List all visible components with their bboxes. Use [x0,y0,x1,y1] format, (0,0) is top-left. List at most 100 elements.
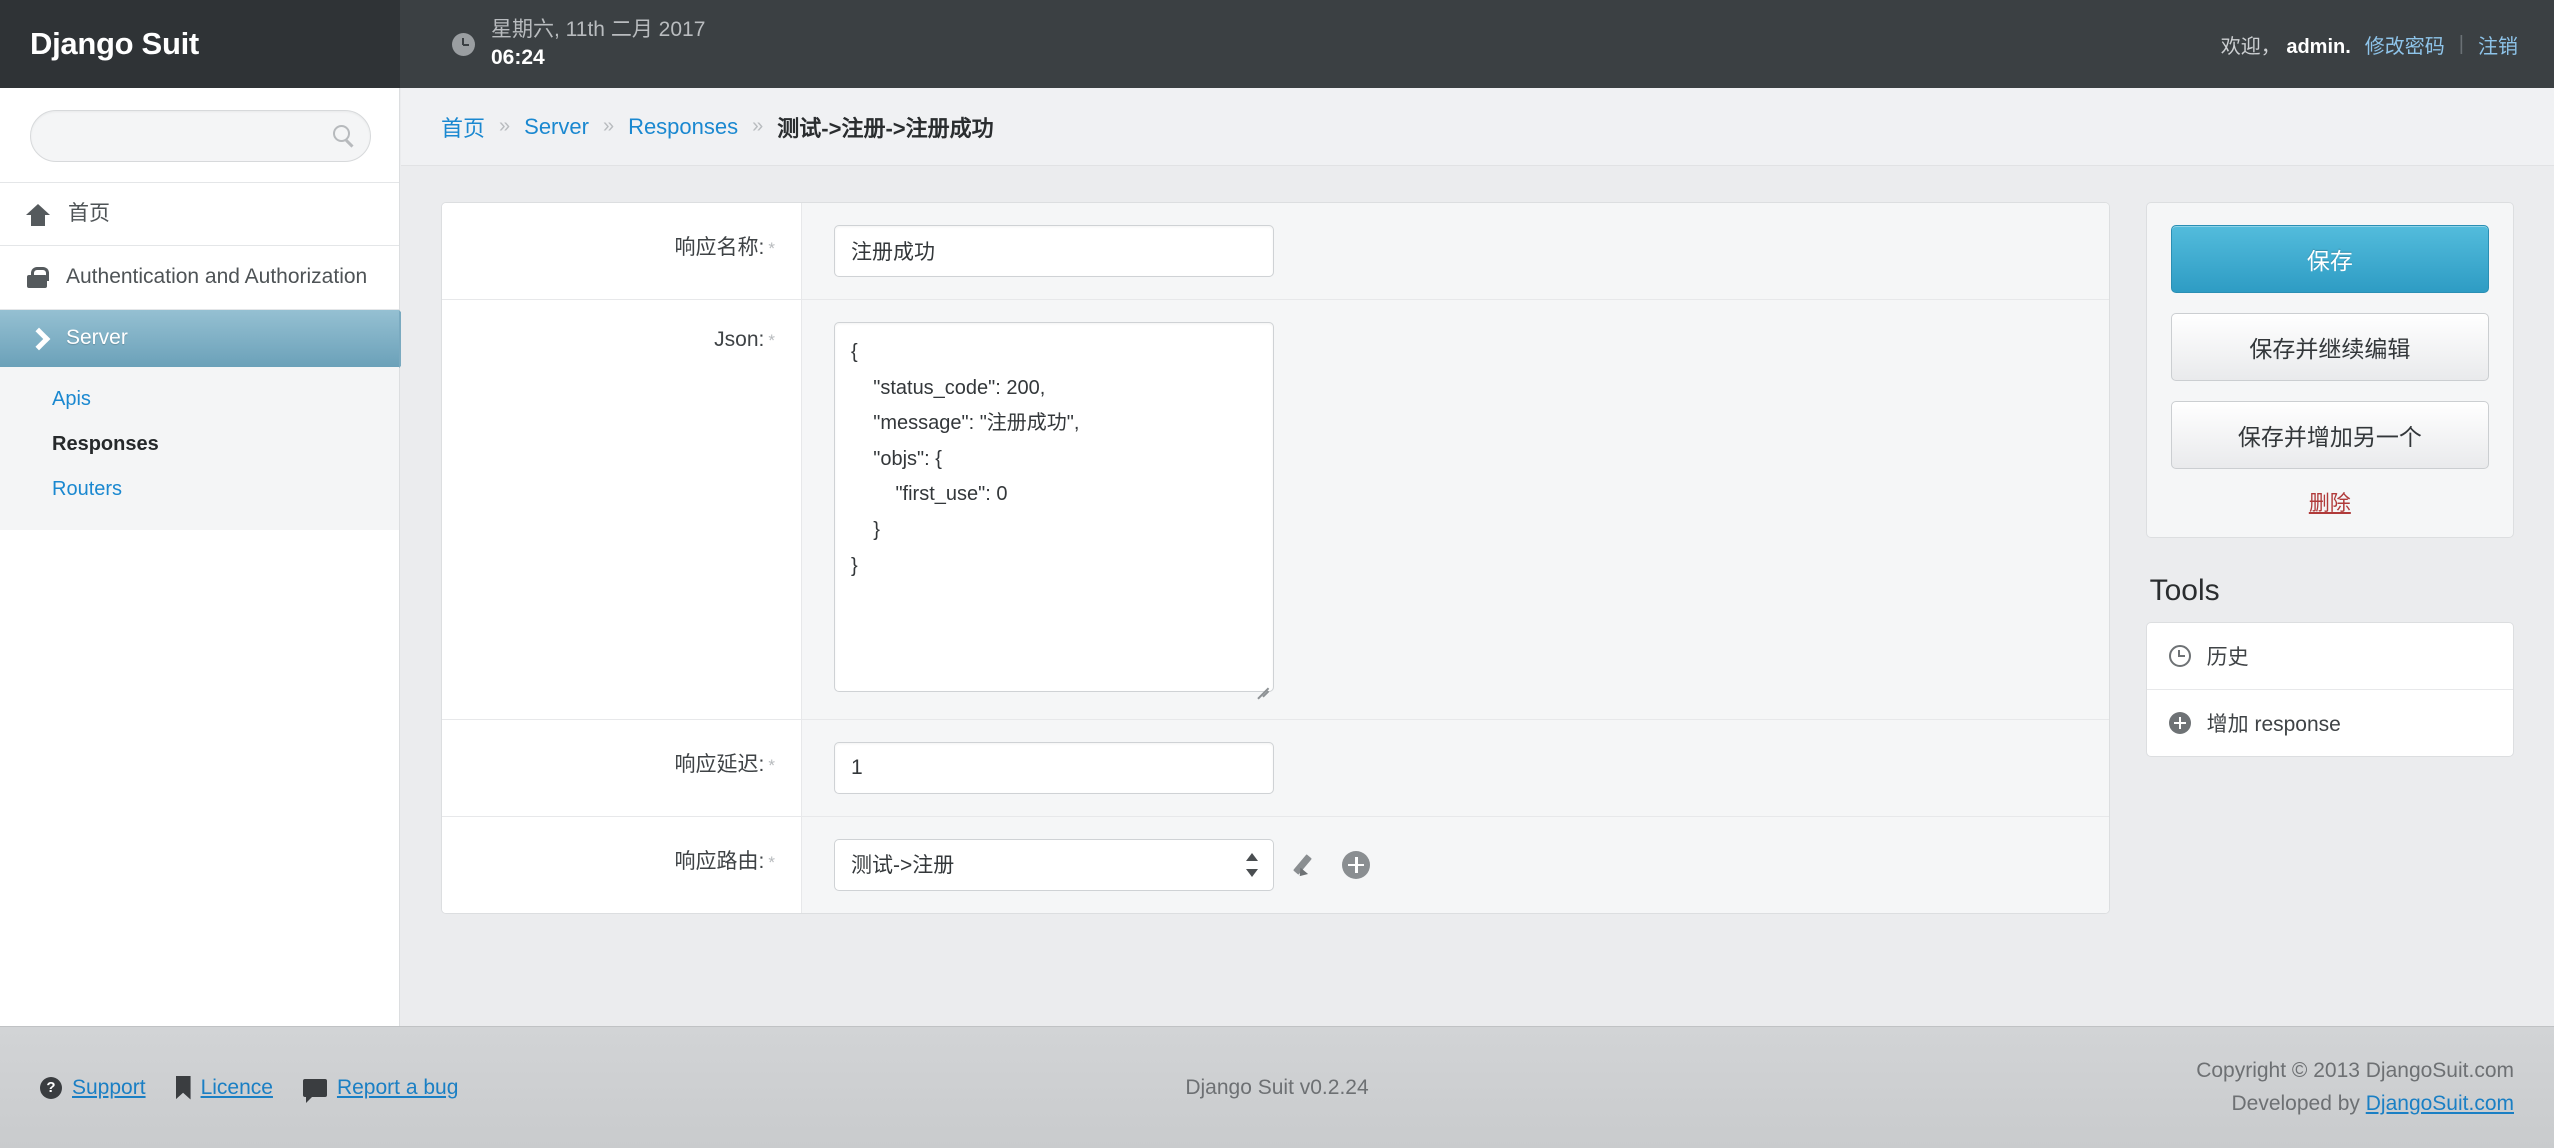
user-tools-separator: | [2458,32,2464,55]
clock-icon [452,32,475,56]
delay-field-cell [802,720,2109,816]
top-header: Django Suit 星期六, 11th 二月 2017 06:24 欢迎， … [0,0,2554,88]
sidebar-item-server[interactable]: Server [0,308,427,368]
response-form-panel: 响应名称:* Json:* { "status_code": 200, "mes… [441,202,2110,914]
name-input[interactable] [834,225,1274,277]
welcome-text: 欢迎， admin. [2221,30,2351,59]
developed-by-prefix: Developed by [2231,1091,2366,1115]
sidebar-submenu: Apis Responses Routers [0,366,399,530]
route-label-text: 响应路由: [674,850,765,873]
footer-report-group: Report a bug [302,1076,458,1103]
add-related-icon[interactable] [1342,851,1370,879]
form-row-route: 响应路由: * 测试->注册 [442,817,2109,913]
sidebar-item-server-label: Server [66,326,128,350]
json-textarea[interactable]: { "status_code": 200, "message": "注册成功",… [834,322,1274,692]
form-row-name: 响应名称: * [442,203,2109,300]
json-field-label: Json: * [442,300,802,719]
route-field-cell: 测试->注册 [802,817,2109,913]
chevron-right-icon [30,330,46,346]
change-password-link[interactable]: 修改密码 [2365,30,2445,59]
save-and-add-another-button[interactable]: 保存并增加另一个 [2170,401,2489,469]
delete-link[interactable]: 删除 [2171,487,2489,517]
submit-row: 保存 保存并继续编辑 保存并增加另一个 删除 [2145,202,2514,538]
sidebar-search-wrap [0,88,399,182]
search-input[interactable] [31,111,370,161]
sidebar-item-authentication-label: Authentication and Authorization [66,265,368,289]
footer-support-group: ? Support [40,1076,146,1100]
brand-cell: Django Suit [0,0,400,88]
json-label-text: Json: [714,328,765,351]
sidebar-item-home[interactable]: 首页 [0,183,399,245]
tools-title: Tools [2149,574,2220,607]
search-box[interactable] [30,110,371,162]
bookmark-icon [175,1075,191,1100]
report-bug-link[interactable]: Report a bug [337,1076,458,1100]
footer-links: ? Support Licence Report a bug [40,1075,458,1103]
breadcrumb-home[interactable]: 首页 [441,111,485,143]
app-brand-title: Django Suit [30,26,199,61]
licence-link[interactable]: Licence [201,1076,273,1100]
content-columns: 响应名称:* Json:* { "status_code": 200, "mes… [401,166,2554,914]
help-icon: ? [40,1076,62,1099]
route-field-label: 响应路由: * [442,817,802,913]
content-area: 首页 » Server » Responses » 测试->注册->注册成功 响… [401,88,2554,1026]
developed-by-line: Developed by DjangoSuit.com [2196,1088,2514,1121]
form-row-delay: 响应延迟: * [442,720,2109,817]
json-textarea-wrap: { "status_code": 200, "message": "注册成功",… [834,322,1274,697]
footer: ? Support Licence Report a bug Django Su… [0,1026,2554,1148]
edit-related-icon[interactable] [1294,851,1322,879]
logout-link[interactable]: 注销 [2478,30,2518,59]
current-time: 06:24 [491,46,545,69]
datetime-text: 星期六, 11th 二月 2017 06:24 [491,16,705,73]
sidebar-nav-auth-section: Authentication and Authorization [0,245,399,308]
save-and-continue-button[interactable]: 保存并继续编辑 [2170,313,2489,381]
breadcrumb-model[interactable]: Responses [628,114,738,140]
breadcrumb-app[interactable]: Server [524,114,589,140]
sidebar-item-routers[interactable]: Routers [0,467,399,512]
sidebar-item-responses[interactable]: Responses [0,422,399,467]
sidebar-item-apis[interactable]: Apis [0,377,399,422]
save-button[interactable]: 保存 [2170,225,2489,293]
json-field-cell: { "status_code": 200, "message": "注册成功",… [802,300,2109,719]
name-field-cell [802,203,2109,299]
add-plus-icon [2168,712,2191,734]
sidebar-item-authentication[interactable]: Authentication and Authorization [0,246,399,308]
sidebar-item-home-label: 首页 [68,202,110,225]
tools-box: 历史 增加 response [2145,622,2514,757]
required-mark: * [768,239,775,258]
history-clock-icon [2168,645,2191,667]
username: admin. [2286,35,2351,58]
breadcrumb-separator: » [499,115,511,137]
breadcrumb: 首页 » Server » Responses » 测试->注册->注册成功 [401,88,2554,166]
delay-field-label: 响应延迟: * [442,720,802,816]
required-mark: * [768,331,775,350]
support-link[interactable]: Support [72,1076,146,1100]
name-field-label: 响应名称: * [442,203,802,299]
required-mark: * [768,756,775,775]
search-icon[interactable] [333,125,350,142]
tool-item-history-label: 历史 [2206,646,2249,669]
delay-label-text: 响应延迟: [674,753,765,776]
route-select-wrap: 测试->注册 [834,839,1274,891]
sidebar: 首页 Authentication and Authorization Serv… [0,88,427,1026]
copyright-line: Copyright © 2013 DjangoSuit.com [2196,1058,2514,1082]
tool-item-history[interactable]: 历史 [2146,623,2513,690]
current-date: 星期六, 11th 二月 2017 [491,17,706,41]
developed-by-link[interactable]: DjangoSuit.com [2366,1092,2514,1115]
footer-version: Django Suit v0.2.24 [1185,1075,1369,1099]
user-tools: 欢迎， admin. 修改密码 | 注销 [2221,0,2554,88]
tool-item-add-response[interactable]: 增加 response [2147,690,2513,756]
comment-icon [302,1078,327,1103]
breadcrumb-separator: » [602,115,615,137]
sidebar-nav-home-section: 首页 [0,182,399,245]
footer-licence-group: Licence [175,1075,273,1100]
route-select[interactable]: 测试->注册 [834,839,1274,891]
welcome-prefix: 欢迎， [2220,35,2281,58]
delay-input[interactable] [834,742,1274,794]
form-row-json: Json: * { "status_code": 200, "message": … [442,300,2109,720]
required-mark: * [768,853,775,872]
right-column: 保存 保存并继续编辑 保存并增加另一个 删除 Tools 历史 增加 respo… [2145,202,2514,914]
name-label-text: 响应名称: [674,236,765,259]
footer-copyright: Copyright © 2013 DjangoSuit.com Develope… [2196,1055,2514,1120]
tool-item-add-response-label: 增加 response [2206,713,2341,736]
